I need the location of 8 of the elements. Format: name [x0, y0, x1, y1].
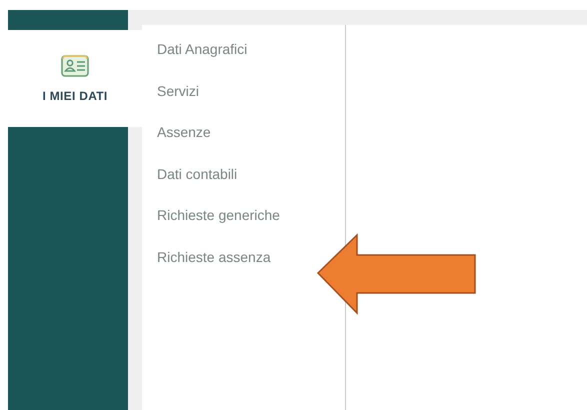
- menu-item[interactable]: Dati contabili: [157, 164, 238, 184]
- id-card-icon: [61, 54, 89, 76]
- menu-item[interactable]: Servizi: [157, 80, 200, 100]
- sidebar-item[interactable]: I MIEI DATI: [8, 30, 142, 127]
- menu-item[interactable]: Richieste generiche: [157, 205, 280, 225]
- menu-item[interactable]: Assenze: [157, 122, 211, 142]
- menu-item[interactable]: Dati Anagrafici: [157, 39, 248, 59]
- menu-item[interactable]: Richieste assenza: [157, 246, 271, 266]
